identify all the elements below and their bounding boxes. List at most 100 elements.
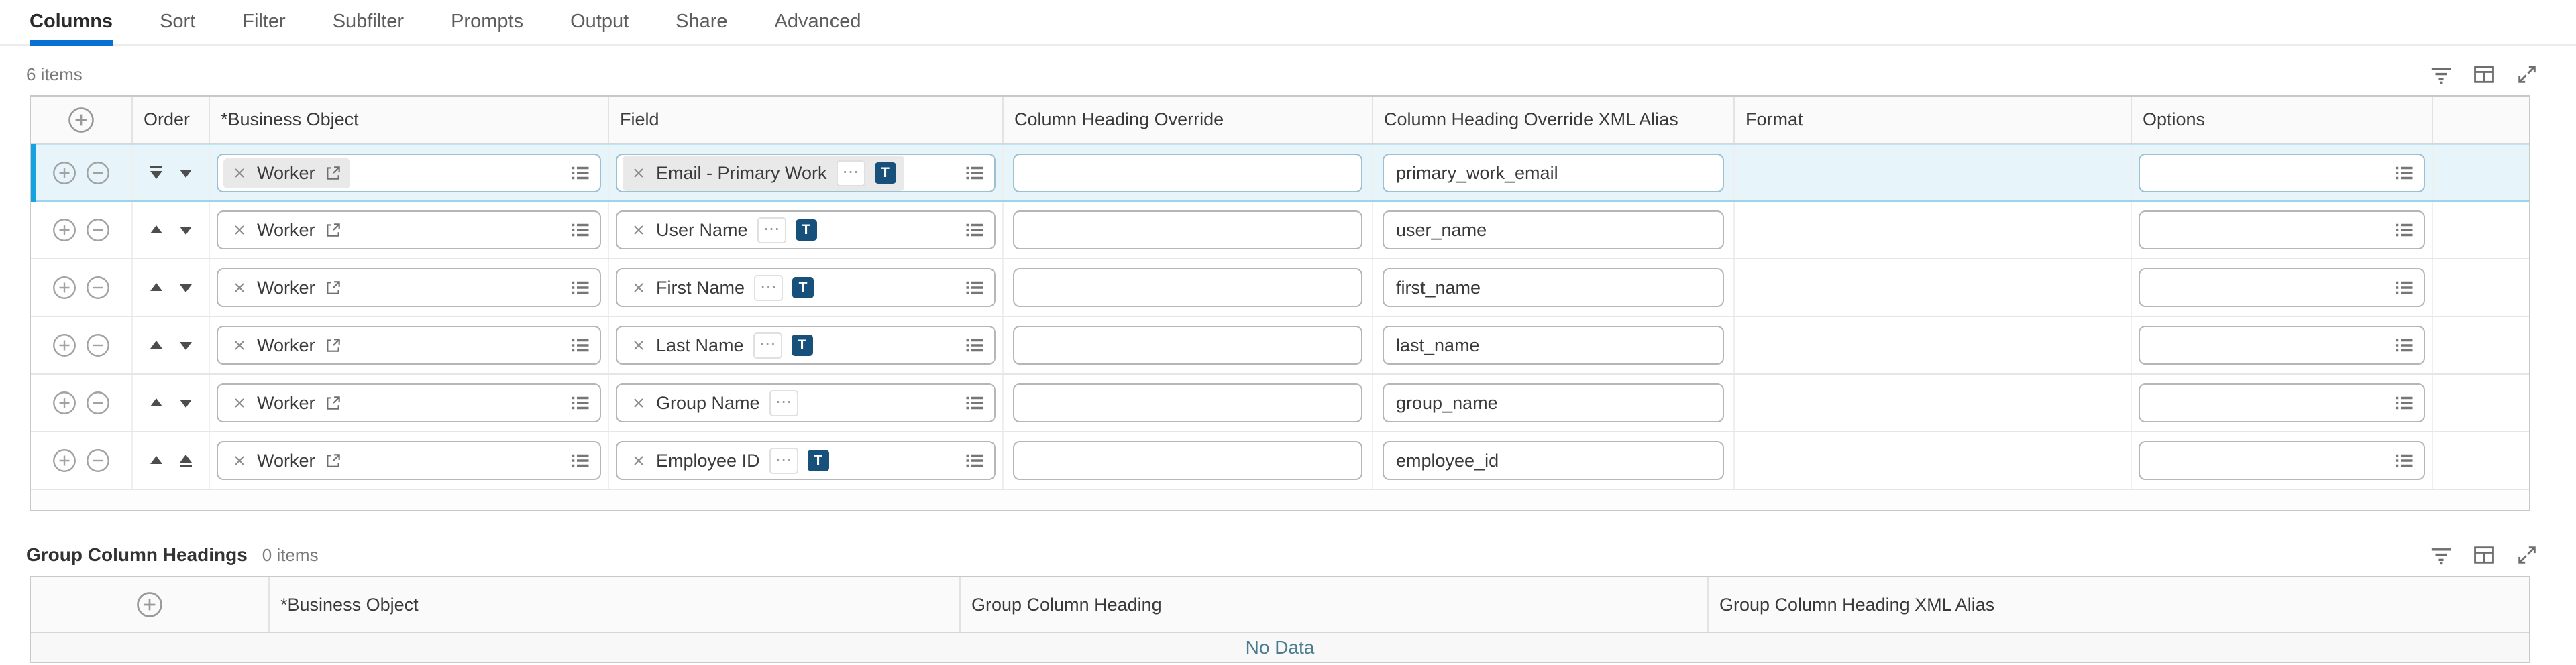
xml-alias-input[interactable]	[1383, 268, 1724, 307]
prompt-menu-icon[interactable]	[570, 278, 590, 298]
delete-row-button[interactable]	[86, 448, 110, 473]
move-to-top-icon[interactable]	[178, 452, 194, 469]
prompt-menu-icon[interactable]	[570, 220, 590, 240]
options-field[interactable]	[2139, 210, 2425, 249]
options-field[interactable]	[2139, 268, 2425, 307]
prompt-menu-icon[interactable]	[965, 278, 985, 298]
column-heading-override-input[interactable]	[1013, 383, 1362, 422]
move-down-icon[interactable]	[178, 395, 194, 411]
external-link-icon[interactable]	[325, 394, 342, 412]
insert-row-button[interactable]	[52, 161, 76, 185]
prompt-menu-icon[interactable]	[570, 450, 590, 471]
move-up-icon[interactable]	[148, 452, 164, 469]
tab-share[interactable]: Share	[676, 11, 727, 44]
xml-alias-input[interactable]	[1383, 383, 1724, 422]
remove-icon[interactable]	[231, 165, 248, 181]
prompt-menu-icon[interactable]	[965, 393, 985, 413]
xml-alias-input[interactable]	[1383, 441, 1724, 480]
move-down-icon[interactable]	[178, 280, 194, 296]
field-field[interactable]: Employee ID ⋯ T	[616, 441, 996, 480]
prompt-menu-icon[interactable]	[965, 220, 985, 240]
options-field[interactable]	[2139, 154, 2425, 192]
external-link-icon[interactable]	[325, 279, 342, 296]
business-object-field[interactable]: Worker	[217, 154, 601, 192]
tab-advanced[interactable]: Advanced	[775, 11, 861, 44]
insert-row-button[interactable]	[52, 276, 76, 300]
prompt-menu-icon[interactable]	[2394, 450, 2414, 471]
remove-icon[interactable]	[631, 452, 647, 469]
delete-row-button[interactable]	[86, 161, 110, 185]
xml-alias-input[interactable]	[1383, 210, 1724, 249]
prompt-menu-icon[interactable]	[965, 450, 985, 471]
prompt-menu-icon[interactable]	[570, 393, 590, 413]
filter-grid-icon[interactable]	[2430, 63, 2453, 86]
remove-icon[interactable]	[231, 337, 248, 353]
column-preferences-icon[interactable]	[2473, 63, 2496, 86]
move-up-icon[interactable]	[148, 395, 164, 411]
tab-output[interactable]: Output	[570, 11, 629, 44]
remove-icon[interactable]	[231, 395, 248, 411]
field-field[interactable]: Group Name ⋯ T	[616, 383, 996, 422]
remove-icon[interactable]	[631, 165, 647, 181]
remove-icon[interactable]	[631, 280, 647, 296]
prompt-menu-icon[interactable]	[2394, 393, 2414, 413]
move-to-bottom-icon[interactable]	[148, 165, 164, 181]
external-link-icon[interactable]	[325, 452, 342, 469]
options-field[interactable]	[2139, 383, 2425, 422]
prompt-menu-icon[interactable]	[2394, 220, 2414, 240]
delete-row-button[interactable]	[86, 276, 110, 300]
tab-prompts[interactable]: Prompts	[451, 11, 523, 44]
tab-filter[interactable]: Filter	[242, 11, 285, 44]
external-link-icon[interactable]	[325, 164, 342, 182]
column-preferences-icon[interactable]	[2473, 544, 2496, 566]
business-object-field[interactable]: Worker	[217, 441, 601, 480]
business-object-field[interactable]: Worker	[217, 210, 601, 249]
add-row-button[interactable]	[68, 107, 95, 133]
expand-grid-icon[interactable]	[2516, 544, 2538, 566]
column-heading-override-input[interactable]	[1013, 441, 1362, 480]
business-object-field[interactable]: Worker	[217, 383, 601, 422]
prompt-menu-icon[interactable]	[570, 163, 590, 183]
prompt-menu-icon[interactable]	[2394, 335, 2414, 355]
remove-icon[interactable]	[631, 395, 647, 411]
expand-grid-icon[interactable]	[2516, 63, 2538, 86]
remove-icon[interactable]	[631, 222, 647, 238]
tab-sort[interactable]: Sort	[160, 11, 195, 44]
column-heading-override-input[interactable]	[1013, 268, 1362, 307]
remove-icon[interactable]	[231, 280, 248, 296]
move-down-icon[interactable]	[178, 165, 194, 181]
move-up-icon[interactable]	[148, 280, 164, 296]
move-down-icon[interactable]	[178, 337, 194, 353]
remove-icon[interactable]	[631, 337, 647, 353]
external-link-icon[interactable]	[325, 337, 342, 354]
options-field[interactable]	[2139, 326, 2425, 365]
prompt-menu-icon[interactable]	[965, 335, 985, 355]
column-heading-override-input[interactable]	[1013, 154, 1362, 192]
delete-row-button[interactable]	[86, 391, 110, 415]
insert-row-button[interactable]	[52, 333, 76, 357]
prompt-menu-icon[interactable]	[965, 163, 985, 183]
more-options-chip[interactable]: ⋯	[769, 448, 798, 474]
add-group-row-button[interactable]	[136, 591, 163, 618]
prompt-menu-icon[interactable]	[2394, 278, 2414, 298]
filter-grid-icon[interactable]	[2430, 544, 2453, 566]
field-field[interactable]: Email - Primary Work ⋯ T	[616, 154, 996, 192]
external-link-icon[interactable]	[325, 221, 342, 239]
remove-icon[interactable]	[231, 222, 248, 238]
prompt-menu-icon[interactable]	[570, 335, 590, 355]
column-heading-override-input[interactable]	[1013, 326, 1362, 365]
move-up-icon[interactable]	[148, 337, 164, 353]
prompt-menu-icon[interactable]	[2394, 163, 2414, 183]
field-field[interactable]: First Name ⋯ T	[616, 268, 996, 307]
tab-columns[interactable]: Columns	[30, 11, 113, 44]
insert-row-button[interactable]	[52, 218, 76, 242]
remove-icon[interactable]	[231, 452, 248, 469]
business-object-field[interactable]: Worker	[217, 268, 601, 307]
move-down-icon[interactable]	[178, 222, 194, 238]
xml-alias-input[interactable]	[1383, 154, 1724, 192]
options-field[interactable]	[2139, 441, 2425, 480]
more-options-chip[interactable]: ⋯	[754, 275, 783, 301]
more-options-chip[interactable]: ⋯	[769, 390, 798, 416]
column-heading-override-input[interactable]	[1013, 210, 1362, 249]
more-options-chip[interactable]: ⋯	[757, 217, 786, 243]
